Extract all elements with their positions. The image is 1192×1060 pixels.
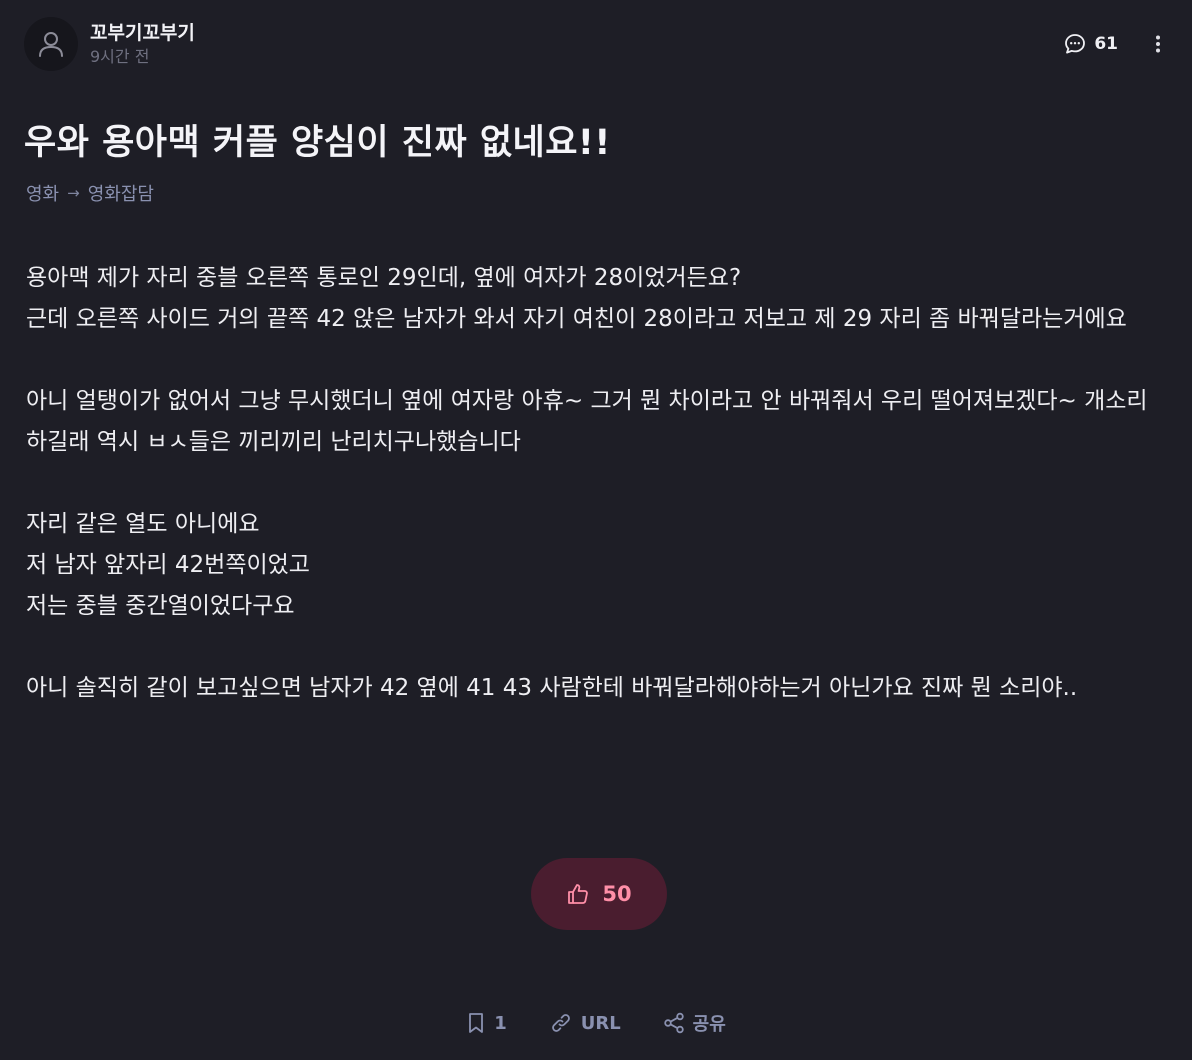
header-actions: 61: [1064, 30, 1168, 58]
share-label: 공유: [692, 1014, 726, 1035]
author-name[interactable]: 꼬부기꼬부기: [90, 20, 195, 46]
copy-url-button[interactable]: URL: [549, 1010, 621, 1036]
breadcrumb-category[interactable]: 영화: [26, 180, 59, 206]
post-time: 9시간 전: [90, 47, 150, 66]
thumbs-up-icon: [568, 884, 589, 904]
post-title: 우와 용아맥 커플 양심이 진짜 없네요!!: [24, 123, 611, 163]
post-actions: 1 URL 공유: [0, 1010, 1192, 1036]
url-label: URL: [580, 1012, 621, 1034]
share-icon: [663, 1012, 684, 1034]
comment-count-button[interactable]: 61: [1064, 33, 1118, 55]
post-paragraph: 아니 얼탱이가 없어서 그냥 무시했더니 옆에 여자랑 아휴~ 그거 뭔 차이라…: [26, 388, 1148, 455]
user-icon: [39, 32, 63, 57]
share-button[interactable]: 공유: [663, 1010, 726, 1036]
bookmark-button[interactable]: 1: [466, 1010, 507, 1036]
arrow-right-icon: →: [67, 184, 80, 202]
post-paragraph: 용아맥 제가 자리 중블 오른쪽 통로인 29인데, 옆에 여자가 28이었거든…: [26, 265, 1127, 332]
like-count: 50: [602, 882, 632, 906]
post-paragraph: 아니 솔직히 같이 보고싶으면 남자가 42 옆에 41 43 사람한테 바꿔달…: [26, 675, 1078, 701]
bookmark-icon: [469, 1013, 484, 1033]
post-paragraph: 자리 같은 열도 아니에요 저 남자 앞자리 42번쪽이었고 저는 중블 중간열…: [26, 511, 310, 619]
author-info: 꼬부기꼬부기 9시간 전: [90, 20, 195, 68]
more-options-button[interactable]: [1148, 30, 1168, 58]
post-body: 용아맥 제가 자리 중블 오른쪽 통로인 29인데, 옆에 여자가 28이었거든…: [26, 258, 1166, 709]
avatar[interactable]: [24, 17, 78, 71]
comment-icon: [1065, 34, 1086, 54]
kebab-menu-icon: [1156, 35, 1160, 53]
post-page: 꼬부기꼬부기 9시간 전 61 우와 용아맥 커플 양심이 진짜 없네요!! 영…: [0, 0, 1192, 1060]
post-header: 꼬부기꼬부기 9시간 전 61: [24, 16, 1168, 72]
comment-count: 61: [1094, 34, 1118, 54]
bookmark-count: 1: [494, 1012, 507, 1034]
link-icon: [551, 1014, 570, 1032]
breadcrumb: 영화 → 영화잡담: [26, 180, 154, 206]
like-button[interactable]: 50: [531, 858, 667, 930]
breadcrumb-board[interactable]: 영화잡담: [88, 180, 154, 206]
